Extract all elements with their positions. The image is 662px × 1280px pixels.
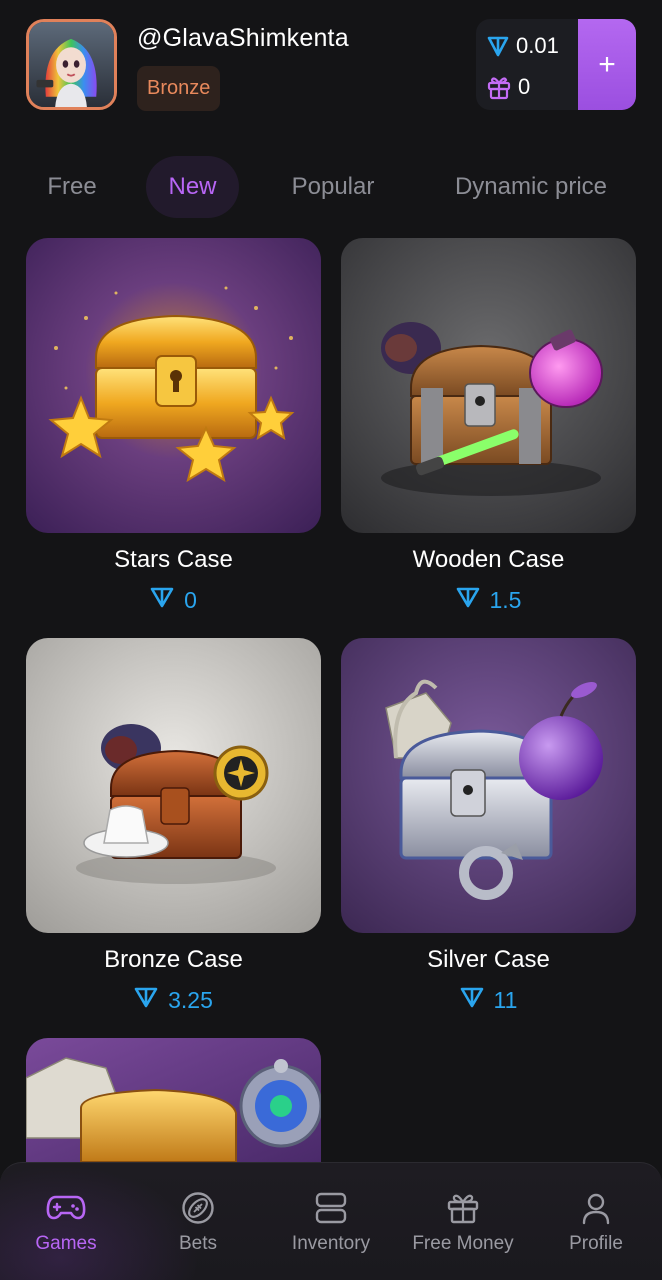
nav-inventory[interactable]: Inventory bbox=[265, 1163, 397, 1280]
football-icon bbox=[181, 1191, 215, 1230]
nav-label: Games bbox=[35, 1233, 97, 1254]
tab-new[interactable]: New bbox=[146, 156, 239, 218]
username: @GlavaShimkenta bbox=[137, 24, 349, 52]
add-funds-button[interactable]: + bbox=[578, 19, 636, 110]
ton-balance: 0.01 bbox=[486, 33, 559, 59]
tab-popular[interactable]: Popular bbox=[268, 156, 398, 218]
case-card-stars[interactable]: Stars Case 0 bbox=[26, 238, 321, 614]
case-title: Silver Case bbox=[427, 946, 550, 973]
case-card-silver[interactable]: Silver Case 11 bbox=[341, 638, 636, 1014]
balance-box: 0.01 0 bbox=[476, 19, 578, 110]
gift-balance: 0 bbox=[486, 74, 530, 100]
case-price: 11 bbox=[341, 986, 636, 1014]
nav-label: Inventory bbox=[291, 1233, 371, 1254]
profile-icon bbox=[579, 1191, 613, 1230]
case-title: Bronze Case bbox=[104, 946, 243, 973]
nav-profile[interactable]: Profile bbox=[530, 1163, 662, 1280]
case-card-gold[interactable] bbox=[26, 1038, 321, 1162]
case-image bbox=[26, 238, 321, 533]
case-price: 3.25 bbox=[26, 986, 321, 1014]
gift-balance-value: 0 bbox=[518, 74, 531, 99]
case-card-bronze[interactable]: Bronze Case 3.25 bbox=[26, 638, 321, 1014]
case-tabs: Free New Popular Dynamic price bbox=[0, 156, 662, 218]
case-price: 0 bbox=[26, 586, 321, 614]
tab-dynamic-price[interactable]: Dynamic price bbox=[428, 156, 634, 218]
nav-label: Free Money bbox=[412, 1233, 514, 1254]
nav-games[interactable]: Games bbox=[0, 1163, 132, 1280]
avatar[interactable] bbox=[26, 19, 117, 110]
case-image bbox=[26, 638, 321, 933]
ton-icon bbox=[486, 34, 510, 58]
case-image bbox=[341, 638, 636, 933]
case-card-wooden[interactable]: Wooden Case 1.5 bbox=[341, 238, 636, 614]
inventory-icon bbox=[314, 1191, 348, 1230]
gamepad-icon bbox=[46, 1191, 86, 1228]
case-title: Stars Case bbox=[114, 546, 233, 573]
case-image bbox=[26, 1038, 321, 1162]
ton-icon bbox=[150, 586, 174, 614]
header: @GlavaShimkenta Bronze 0.01 0 + bbox=[0, 0, 662, 130]
case-title: Wooden Case bbox=[412, 546, 565, 573]
rank-badge: Bronze bbox=[137, 66, 221, 111]
case-price-value: 11 bbox=[493, 986, 518, 1013]
gift-icon bbox=[446, 1191, 480, 1230]
ton-icon bbox=[134, 986, 158, 1014]
case-image bbox=[341, 238, 636, 533]
case-price-value: 0 bbox=[184, 586, 197, 613]
tab-free[interactable]: Free bbox=[26, 156, 118, 218]
nav-label: Bets bbox=[178, 1233, 218, 1254]
ton-icon bbox=[456, 586, 480, 614]
case-price: 1.5 bbox=[341, 586, 636, 614]
nav-label: Profile bbox=[569, 1233, 623, 1254]
ton-balance-value: 0.01 bbox=[516, 33, 559, 58]
gift-icon bbox=[486, 74, 512, 100]
bottom-nav: Games Bets Inventory Free Money Profile bbox=[0, 1162, 662, 1280]
nav-free-money[interactable]: Free Money bbox=[397, 1163, 529, 1280]
ton-icon bbox=[460, 986, 484, 1014]
case-price-value: 1.5 bbox=[489, 586, 522, 613]
nav-bets[interactable]: Bets bbox=[132, 1163, 264, 1280]
case-price-value: 3.25 bbox=[168, 986, 213, 1013]
